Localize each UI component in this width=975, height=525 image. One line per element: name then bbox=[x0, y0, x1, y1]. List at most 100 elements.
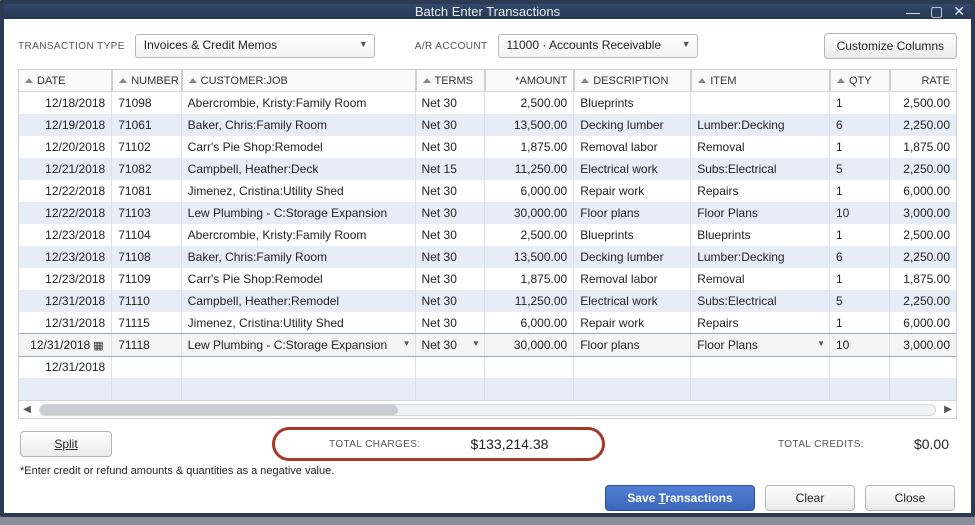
cell-amount[interactable]: 1,875.00 bbox=[484, 268, 573, 290]
cell-item[interactable]: Removal bbox=[690, 268, 829, 290]
cell-customer[interactable]: Campbell, Heather:Remodel bbox=[181, 290, 415, 312]
close-icon[interactable]: ✕ bbox=[953, 3, 965, 20]
cell-terms[interactable]: Net 30 bbox=[415, 136, 484, 158]
scroll-left-icon[interactable]: ◀ bbox=[19, 404, 35, 415]
cell-number[interactable]: 71108 bbox=[111, 246, 180, 268]
split-button[interactable]: Split bbox=[20, 431, 112, 457]
cell-item[interactable]: Subs:Electrical bbox=[690, 158, 829, 180]
cell-number[interactable]: 71104 bbox=[111, 224, 180, 246]
cell-date[interactable]: 12/31/2018▦ bbox=[19, 334, 111, 356]
cell-description[interactable] bbox=[573, 378, 690, 400]
cell-item[interactable]: Removal bbox=[690, 136, 829, 158]
col-amount[interactable]: *AMOUNT bbox=[484, 70, 573, 91]
cell-qty[interactable]: 5 bbox=[829, 158, 889, 180]
cell-qty[interactable]: 1 bbox=[829, 312, 889, 334]
cell-date[interactable]: 12/31/2018 bbox=[19, 356, 111, 378]
cell-number[interactable]: 71098 bbox=[111, 92, 180, 114]
cell-amount[interactable]: 30,000.00 bbox=[484, 334, 573, 356]
table-row[interactable]: 12/22/201871103Lew Plumbing - C:Storage … bbox=[19, 202, 956, 224]
col-rate[interactable]: RATE bbox=[889, 70, 956, 91]
maximize-icon[interactable]: ▢ bbox=[930, 3, 943, 20]
cell-description[interactable]: Decking lumber bbox=[573, 246, 690, 268]
col-qty[interactable]: QTY bbox=[829, 70, 889, 91]
col-customer[interactable]: CUSTOMER:JOB bbox=[181, 70, 415, 91]
table-row[interactable]: 12/31/201871110Campbell, Heather:Remodel… bbox=[19, 290, 956, 312]
cell-customer[interactable]: Lew Plumbing - C:Storage Expansion bbox=[181, 334, 415, 356]
cell-description[interactable] bbox=[573, 356, 690, 378]
col-item[interactable]: ITEM bbox=[690, 70, 829, 91]
cell-terms[interactable]: Net 30 bbox=[415, 290, 484, 312]
cell-date[interactable]: 12/20/2018 bbox=[19, 136, 111, 158]
cell-rate[interactable]: 2,250.00 bbox=[889, 290, 956, 312]
cell-number[interactable]: 71081 bbox=[111, 180, 180, 202]
cell-customer[interactable]: Lew Plumbing - C:Storage Expansion bbox=[181, 202, 415, 224]
scroll-track[interactable] bbox=[39, 404, 936, 416]
cell-amount[interactable]: 1,875.00 bbox=[484, 136, 573, 158]
cell-amount[interactable]: 13,500.00 bbox=[484, 246, 573, 268]
cell-date[interactable] bbox=[19, 378, 111, 400]
cell-rate[interactable] bbox=[889, 378, 956, 400]
cell-terms[interactable]: Net 30 bbox=[415, 312, 484, 334]
cell-number[interactable] bbox=[111, 378, 180, 400]
cell-qty[interactable]: 6 bbox=[829, 114, 889, 136]
cell-number[interactable] bbox=[111, 356, 180, 378]
cell-qty[interactable] bbox=[829, 378, 889, 400]
cell-number[interactable]: 71118 bbox=[111, 334, 180, 356]
cell-terms[interactable]: Net 30 bbox=[415, 202, 484, 224]
cell-customer[interactable]: Abercrombie, Kristy:Family Room bbox=[181, 92, 415, 114]
cell-date[interactable]: 12/23/2018 bbox=[19, 268, 111, 290]
cell-date[interactable]: 12/22/2018 bbox=[19, 180, 111, 202]
ar-account-combo[interactable]: 11000 · Accounts Receivable bbox=[498, 34, 698, 58]
cell-description[interactable]: Electrical work bbox=[573, 290, 690, 312]
cell-terms[interactable] bbox=[415, 356, 484, 378]
cell-rate[interactable]: 1,875.00 bbox=[889, 136, 956, 158]
col-number[interactable]: NUMBER bbox=[111, 70, 180, 91]
col-terms[interactable]: TERMS bbox=[415, 70, 484, 91]
calendar-icon[interactable]: ▦ bbox=[93, 339, 105, 351]
cell-date[interactable]: 12/21/2018 bbox=[19, 158, 111, 180]
customize-columns-button[interactable]: Customize Columns bbox=[824, 33, 957, 59]
cell-terms[interactable]: Net 30 bbox=[415, 268, 484, 290]
cell-terms[interactable] bbox=[415, 378, 484, 400]
cell-rate[interactable]: 6,000.00 bbox=[889, 180, 956, 202]
close-button[interactable]: Close bbox=[865, 485, 955, 511]
cell-amount[interactable]: 13,500.00 bbox=[484, 114, 573, 136]
cell-description[interactable]: Repair work bbox=[573, 180, 690, 202]
cell-qty[interactable]: 1 bbox=[829, 92, 889, 114]
table-row[interactable]: 12/23/201871108Baker, Chris:Family RoomN… bbox=[19, 246, 956, 268]
cell-customer[interactable]: Abercrombie, Kristy:Family Room bbox=[181, 224, 415, 246]
cell-description[interactable]: Removal labor bbox=[573, 136, 690, 158]
table-row[interactable]: 12/20/201871102Carr's Pie Shop:RemodelNe… bbox=[19, 136, 956, 158]
cell-item[interactable]: Subs:Electrical bbox=[690, 290, 829, 312]
cell-description[interactable]: Decking lumber bbox=[573, 114, 690, 136]
cell-rate[interactable]: 6,000.00 bbox=[889, 312, 956, 334]
cell-amount[interactable]: 30,000.00 bbox=[484, 202, 573, 224]
table-row[interactable]: 12/23/201871109Carr's Pie Shop:RemodelNe… bbox=[19, 268, 956, 290]
cell-customer[interactable]: Carr's Pie Shop:Remodel bbox=[181, 136, 415, 158]
cell-number[interactable]: 71061 bbox=[111, 114, 180, 136]
table-row[interactable]: 12/23/201871104Abercrombie, Kristy:Famil… bbox=[19, 224, 956, 246]
cell-rate[interactable]: 3,000.00 bbox=[889, 202, 956, 224]
cell-qty[interactable]: 6 bbox=[829, 246, 889, 268]
cell-qty[interactable]: 5 bbox=[829, 290, 889, 312]
cell-customer[interactable]: Campbell, Heather:Deck bbox=[181, 158, 415, 180]
cell-rate[interactable] bbox=[889, 356, 956, 378]
cell-number[interactable]: 71102 bbox=[111, 136, 180, 158]
cell-terms[interactable]: Net 30 bbox=[415, 92, 484, 114]
transaction-type-combo[interactable]: Invoices & Credit Memos bbox=[135, 34, 375, 58]
cell-item[interactable] bbox=[690, 356, 829, 378]
table-row[interactable]: 12/31/2018▦71118Lew Plumbing - C:Storage… bbox=[19, 334, 956, 356]
cell-terms[interactable]: Net 30 bbox=[415, 224, 484, 246]
cell-date[interactable]: 12/22/2018 bbox=[19, 202, 111, 224]
cell-customer[interactable]: Baker, Chris:Family Room bbox=[181, 246, 415, 268]
table-row[interactable]: 12/22/201871081Jimenez, Cristina:Utility… bbox=[19, 180, 956, 202]
cell-description[interactable]: Repair work bbox=[573, 312, 690, 334]
cell-item[interactable] bbox=[690, 378, 829, 400]
table-row[interactable]: 12/31/2018 bbox=[19, 356, 956, 378]
cell-terms[interactable]: Net 30 bbox=[415, 114, 484, 136]
cell-qty[interactable]: 1 bbox=[829, 268, 889, 290]
cell-description[interactable]: Electrical work bbox=[573, 158, 690, 180]
cell-date[interactable]: 12/19/2018 bbox=[19, 114, 111, 136]
cell-qty[interactable]: 1 bbox=[829, 180, 889, 202]
cell-customer[interactable]: Carr's Pie Shop:Remodel bbox=[181, 268, 415, 290]
